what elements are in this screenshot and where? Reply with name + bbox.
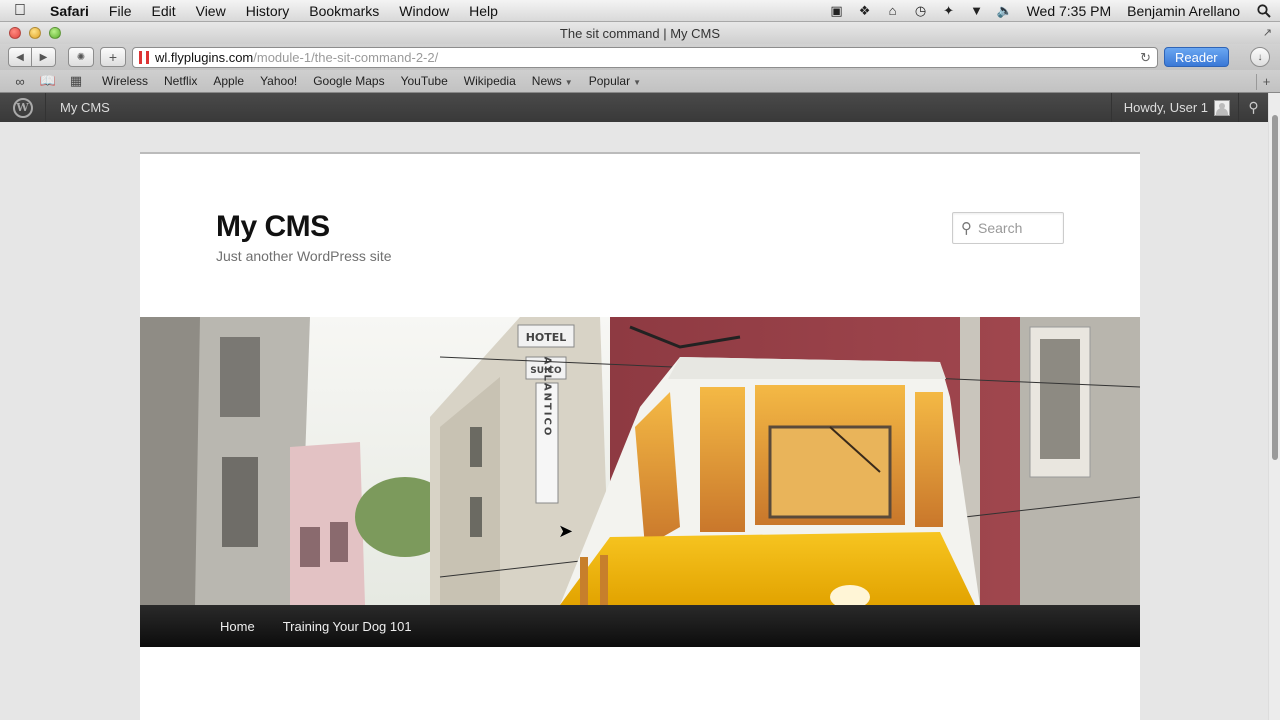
- window-title: The sit command | My CMS: [559, 25, 721, 41]
- chevron-down-icon: ▼: [564, 78, 573, 87]
- volume-icon[interactable]: 🔈: [991, 0, 1019, 22]
- reload-icon[interactable]: ↻: [1140, 50, 1151, 66]
- gear-icon[interactable]: ✺: [68, 47, 94, 67]
- reading-list-icon[interactable]: ∞: [10, 74, 30, 89]
- nav-item-home[interactable]: Home: [206, 619, 269, 634]
- new-tab-button[interactable]: +: [1256, 74, 1276, 90]
- bookmark-wikipedia[interactable]: Wikipedia: [456, 74, 524, 88]
- search-placeholder: Search: [978, 220, 1023, 236]
- bookmarks-book-icon[interactable]: 📖: [38, 73, 58, 89]
- wp-admin-bar: W My CMS Howdy, User 1 ⚲: [0, 93, 1268, 122]
- menu-user-name[interactable]: Benjamin Arellano: [1119, 3, 1248, 19]
- wordpress-logo-icon[interactable]: W: [0, 93, 46, 122]
- site-search-field[interactable]: ⚲ Search: [952, 212, 1064, 244]
- admin-site-name[interactable]: My CMS: [46, 100, 124, 115]
- menu-help[interactable]: Help: [459, 3, 508, 19]
- tram-street-illustration: HOTEL SUICO ATLANTICO: [140, 317, 1140, 605]
- menu-app-name[interactable]: Safari: [40, 3, 99, 19]
- reader-button[interactable]: Reader: [1164, 47, 1229, 67]
- forward-button[interactable]: ▶: [32, 47, 56, 67]
- minimize-window-button[interactable]: [29, 27, 41, 39]
- bookmark-youtube[interactable]: YouTube: [393, 74, 456, 88]
- bookmark-wireless[interactable]: Wireless: [94, 74, 156, 88]
- mac-menu-bar:  Safari File Edit View History Bookmark…: [0, 0, 1280, 22]
- chevron-down-icon: ▼: [633, 78, 642, 87]
- bookmark-yahoo[interactable]: Yahoo!: [252, 74, 305, 88]
- avatar: [1214, 99, 1230, 116]
- bluetooth-icon[interactable]: ✦: [935, 0, 963, 22]
- close-window-button[interactable]: [9, 27, 21, 39]
- admin-account-menu[interactable]: Howdy, User 1: [1110, 93, 1238, 122]
- site-description: Just another WordPress site: [216, 248, 392, 264]
- spotlight-search-icon[interactable]: [1248, 3, 1280, 18]
- home-icon[interactable]: ⌂: [879, 0, 907, 22]
- menu-clock[interactable]: Wed 7:35 PM: [1019, 3, 1120, 19]
- fullscreen-icon[interactable]: ↗: [1263, 26, 1272, 39]
- top-sites-grid-icon[interactable]: ▦: [66, 73, 86, 89]
- bookmark-folder-news-label: News: [531, 74, 562, 88]
- page-scrollbar[interactable]: [1268, 93, 1280, 720]
- time-machine-icon[interactable]: ◷: [907, 0, 935, 22]
- nav-item-training[interactable]: Training Your Dog 101: [269, 619, 426, 634]
- admin-howdy-text: Howdy, User 1: [1123, 100, 1208, 115]
- menu-file[interactable]: File: [99, 3, 142, 19]
- zoom-window-button[interactable]: [49, 27, 61, 39]
- menu-history[interactable]: History: [236, 3, 300, 19]
- site-title[interactable]: My CMS: [216, 210, 330, 244]
- site-favicon-icon: [139, 50, 149, 64]
- camera-icon[interactable]: ▣: [823, 0, 851, 22]
- web-page-viewport: My CMS Just another WordPress site ⚲ Sea…: [0, 122, 1268, 720]
- bookmarks-bar: ∞ 📖 ▦ Wireless Netflix Apple Yahoo! Goog…: [0, 70, 1280, 93]
- admin-search-icon[interactable]: ⚲: [1238, 93, 1268, 122]
- bookmark-folder-popular[interactable]: Popular ▼: [581, 74, 649, 88]
- mouse-cursor-icon: ➤: [558, 521, 574, 541]
- dropbox-icon[interactable]: ❖: [851, 0, 879, 22]
- menu-edit[interactable]: Edit: [141, 3, 185, 19]
- url-host: wl.flyplugins.com: [155, 49, 254, 65]
- sign-atlantico-text: ATLANTICO: [542, 357, 553, 438]
- window-title-bar: The sit command | My CMS ↗: [0, 22, 1280, 44]
- address-bar[interactable]: wl.flyplugins.com/module-1/the-sit-comma…: [132, 46, 1158, 68]
- menu-view[interactable]: View: [186, 3, 236, 19]
- scrollbar-thumb[interactable]: [1272, 115, 1278, 460]
- site-main-nav: Home Training Your Dog 101: [140, 605, 1140, 647]
- bookmark-folder-news[interactable]: News ▼: [524, 74, 581, 88]
- url-path: /module-1/the-sit-command-2-2/: [253, 49, 439, 65]
- downloads-icon[interactable]: ↓: [1250, 47, 1270, 67]
- add-bookmark-button[interactable]: +: [100, 47, 126, 67]
- bookmark-google-maps[interactable]: Google Maps: [305, 74, 392, 88]
- browser-toolbar: ◀ ▶ ✺ + wl.flyplugins.com/module-1/the-s…: [0, 44, 1280, 70]
- bookmark-apple[interactable]: Apple: [205, 74, 252, 88]
- menu-window[interactable]: Window: [389, 3, 459, 19]
- back-button[interactable]: ◀: [8, 47, 32, 67]
- site-page: My CMS Just another WordPress site ⚲ Sea…: [140, 152, 1140, 720]
- bookmark-folder-popular-label: Popular: [588, 74, 631, 88]
- header-image-tram: HOTEL SUICO ATLANTICO: [140, 317, 1140, 605]
- apple-menu-icon[interactable]: : [0, 2, 40, 20]
- search-icon: ⚲: [961, 220, 972, 237]
- wifi-icon[interactable]: ▼: [963, 0, 991, 22]
- bookmark-netflix[interactable]: Netflix: [156, 74, 205, 88]
- menu-bookmarks[interactable]: Bookmarks: [299, 3, 389, 19]
- sign-hotel-text: HOTEL: [526, 331, 567, 344]
